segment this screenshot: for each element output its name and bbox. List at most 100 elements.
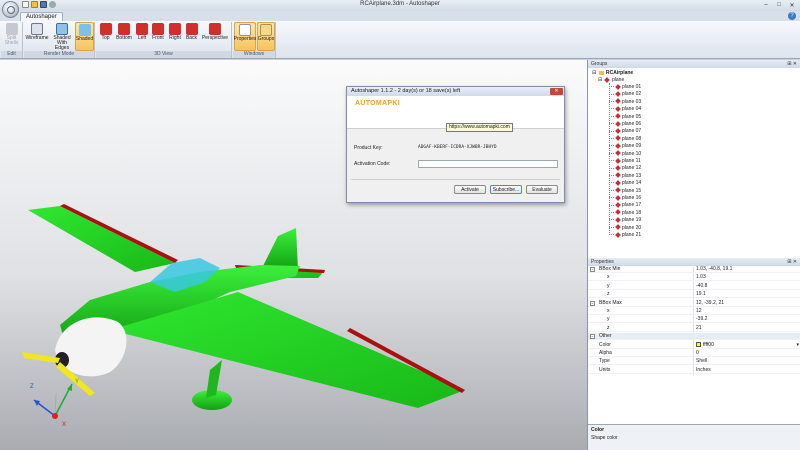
property-row[interactable]: − BBox Max 12, -39.2, 21 xyxy=(588,300,800,307)
window-title: RCAirplane.3dm - Autoshaper xyxy=(360,1,440,7)
split-shells-button[interactable]: Split Shells xyxy=(1,22,22,51)
property-row[interactable]: y -40.8 xyxy=(588,283,800,290)
property-name: z xyxy=(607,291,610,298)
wireframe-button[interactable]: Wireframe xyxy=(25,22,49,51)
tree-plane-item[interactable]: plane 06 xyxy=(609,120,642,127)
tree-plane-item[interactable]: plane 12 xyxy=(609,165,641,171)
collapse-icon[interactable]: − xyxy=(590,334,595,340)
view-left-button[interactable]: Left xyxy=(135,22,149,51)
plane-icon xyxy=(615,98,621,105)
plane-icon xyxy=(615,209,621,216)
tree-plane-item[interactable]: plane 02 xyxy=(609,91,641,97)
dialog-close-button[interactable]: ✕ xyxy=(550,88,563,95)
plane-icon xyxy=(615,83,621,90)
property-row[interactable]: z 19.1 xyxy=(588,291,800,299)
property-row[interactable]: x 1.03 xyxy=(588,274,800,282)
tree-connector xyxy=(609,115,614,117)
tree-child-item[interactable]: ⊟ plane xyxy=(598,76,624,83)
property-name: Alpha xyxy=(599,350,612,356)
activation-code-input[interactable] xyxy=(418,160,558,168)
tree-plane-item[interactable]: plane 01 xyxy=(609,83,641,90)
help-icon[interactable]: ? xyxy=(788,12,796,20)
view-bottom-button[interactable]: Bottom xyxy=(114,22,134,51)
tree-plane-item[interactable]: plane 07 xyxy=(609,128,641,134)
tree-plane-item[interactable]: plane 05 xyxy=(609,113,642,120)
tree-plane-item[interactable]: plane 04 xyxy=(609,106,641,112)
view-right-label: Right xyxy=(169,35,181,41)
dropdown-arrow-icon[interactable]: ▾ xyxy=(796,342,799,349)
tree-plane-item[interactable]: plane 17 xyxy=(609,202,641,208)
evaluate-button[interactable]: Evaluate xyxy=(526,185,558,194)
shaded-with-edges-button[interactable]: Shaded With Edges xyxy=(50,22,74,51)
dialog-title: Autoshaper 1.1.2 - 2 day(s) or 18 save(s… xyxy=(351,88,461,94)
maximize-button[interactable]: □ xyxy=(773,1,785,9)
tree-plane-item[interactable]: plane 03 xyxy=(609,98,641,105)
subscribe-button[interactable]: Subscribe... xyxy=(490,185,522,194)
propeller-blade-top xyxy=(22,352,60,363)
axis-z-label: Z xyxy=(30,384,34,390)
view-perspective-button[interactable]: Perspective xyxy=(200,22,230,51)
tree-plane-item[interactable]: plane 13 xyxy=(609,172,641,179)
tree-connector xyxy=(609,211,614,213)
tree-connector xyxy=(609,219,614,221)
tree-plane-item[interactable]: plane 08 xyxy=(609,135,641,142)
property-row[interactable]: Type Shell xyxy=(588,358,800,366)
view-top-button[interactable]: Top xyxy=(98,22,113,51)
property-row[interactable]: y -39.2 xyxy=(588,316,800,324)
property-row[interactable]: z 21 xyxy=(588,325,800,332)
tree-plane-item[interactable]: plane 10 xyxy=(609,150,641,157)
close-button[interactable]: ✕ xyxy=(786,1,798,9)
tree-plane-item[interactable]: plane 09 xyxy=(609,143,641,149)
property-row[interactable]: x 12 xyxy=(588,308,800,315)
property-name: Type xyxy=(599,358,610,365)
property-row[interactable]: Units Inches xyxy=(588,367,800,374)
groups-window-button[interactable]: Groups xyxy=(257,22,275,51)
shaded-with-edges-icon xyxy=(56,23,68,35)
property-row[interactable]: − BBox Min 1.03, -40.8, 19.1 xyxy=(588,266,800,273)
minimize-button[interactable]: – xyxy=(760,1,772,9)
tree-connector xyxy=(609,145,614,147)
plane-group-icon xyxy=(603,76,610,83)
application-menu-button[interactable] xyxy=(2,1,19,18)
tree-plane-label: plane 06 xyxy=(622,121,642,127)
tree-connector xyxy=(609,93,614,95)
tree-plane-item[interactable]: plane 15 xyxy=(609,187,641,194)
property-row[interactable]: − Other xyxy=(588,333,800,341)
collapse-icon[interactable]: − xyxy=(590,267,595,272)
ribbon-group-edit: Split Shells Edit xyxy=(1,22,23,58)
tree-plane-item[interactable]: plane 19 xyxy=(609,217,641,223)
collapse-icon[interactable]: ⊟ xyxy=(592,70,596,76)
view-front-button[interactable]: Front xyxy=(150,22,166,51)
shaded-icon xyxy=(78,24,91,36)
panel-pin-close-icons[interactable]: ⊞ ✕ xyxy=(787,60,797,68)
property-row[interactable]: Color ffff00 ▾ xyxy=(588,342,800,349)
ribbon-group-3d-view: Top Bottom Left Front Right Back Perspec… xyxy=(96,22,232,58)
tree-connector xyxy=(609,167,614,169)
tree-plane-item[interactable]: plane 16 xyxy=(609,194,641,201)
tree-plane-item[interactable]: plane 20 xyxy=(609,224,641,231)
shaded-button[interactable]: Shaded xyxy=(75,22,94,51)
tab-autoshaper[interactable]: Autoshaper xyxy=(20,12,63,21)
car-back-icon xyxy=(185,23,198,35)
view-right-button[interactable]: Right xyxy=(167,22,183,51)
property-name: Color xyxy=(599,341,611,348)
view-front-label: Front xyxy=(152,35,164,41)
tree-plane-item[interactable]: plane 21 xyxy=(609,231,641,238)
tree-plane-item[interactable]: plane 14 xyxy=(609,180,641,186)
plane-icon xyxy=(615,150,621,157)
tree-root-item[interactable]: ⊟ RCAirplane xyxy=(592,70,633,76)
view-back-button[interactable]: Back xyxy=(184,22,199,51)
plane-icon xyxy=(615,113,621,120)
collapse-icon[interactable]: ⊟ xyxy=(598,77,602,83)
property-row[interactable]: Alpha 0 xyxy=(588,350,800,357)
collapse-icon[interactable]: − xyxy=(590,300,595,306)
tree-plane-item[interactable]: plane 18 xyxy=(609,209,641,216)
tree-plane-item[interactable]: plane 11 xyxy=(609,157,641,164)
tree-connector xyxy=(609,234,614,236)
tree-plane-label: plane 05 xyxy=(622,113,642,120)
panel-pin-close-icons[interactable]: ⊞ ✕ xyxy=(787,258,797,266)
activate-button[interactable]: Activate xyxy=(454,185,486,194)
vertical-fin xyxy=(262,228,298,270)
properties-window-button[interactable]: Properties xyxy=(234,22,256,51)
view-top-label: Top xyxy=(101,35,110,41)
